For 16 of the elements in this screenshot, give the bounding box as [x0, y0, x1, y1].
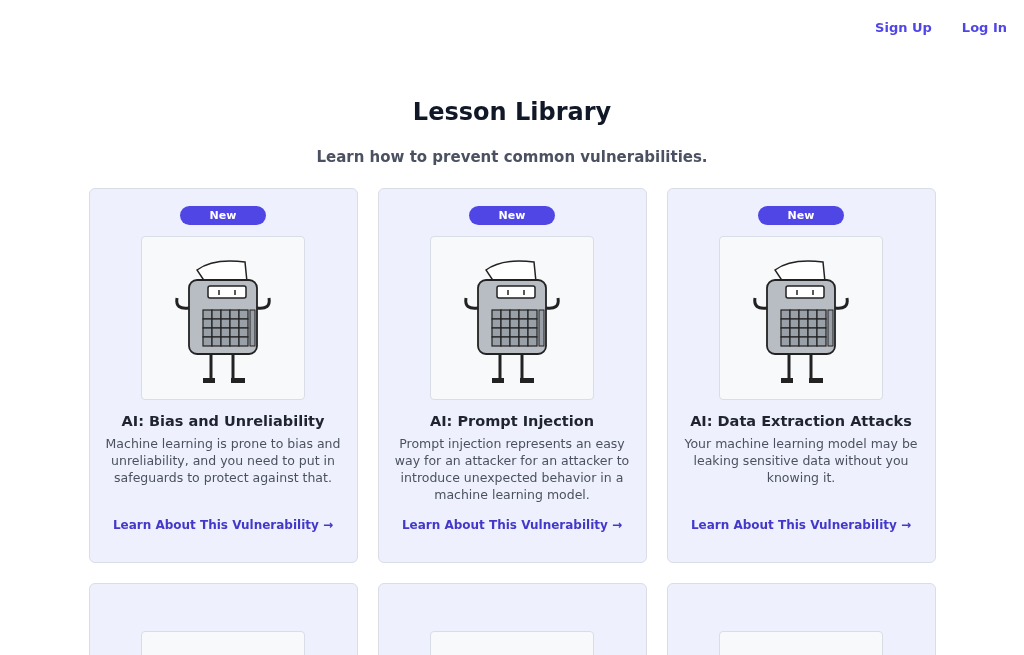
card-description: Your machine learning model may be leaking sensitive data without you knowing it.: [683, 435, 919, 486]
page-title: Lesson Library: [411, 98, 613, 126]
card-title: AI: Prompt Injection: [430, 413, 594, 429]
learn-more-link[interactable]: Learn About This Vulnerability →: [112, 518, 334, 532]
new-badge: New: [469, 206, 555, 225]
learn-more-link[interactable]: Learn About This Vulnerability →: [401, 518, 623, 532]
card-description: Prompt injection represents an easy way for an attacker for an attacker to introduce unexpected behavior in a machine learning model.: [393, 435, 631, 503]
new-badge: New: [180, 206, 266, 225]
card-title: AI: Data Extraction Attacks: [690, 413, 912, 429]
nav-link[interactable]: Log In: [961, 20, 1007, 56]
page-subtitle: Learn how to prevent common vulnerabilities.: [315, 148, 709, 166]
new-badge: New: [758, 206, 844, 225]
card-description: Machine learning is prone to bias and unreliability, and you need to put in safeguards to protect against that.: [104, 435, 342, 486]
card-title: AI: Bias and Unreliability: [121, 413, 325, 429]
learn-more-link[interactable]: Learn About This Vulnerability →: [690, 518, 912, 532]
nav-link[interactable]: Sign Up: [875, 20, 932, 56]
